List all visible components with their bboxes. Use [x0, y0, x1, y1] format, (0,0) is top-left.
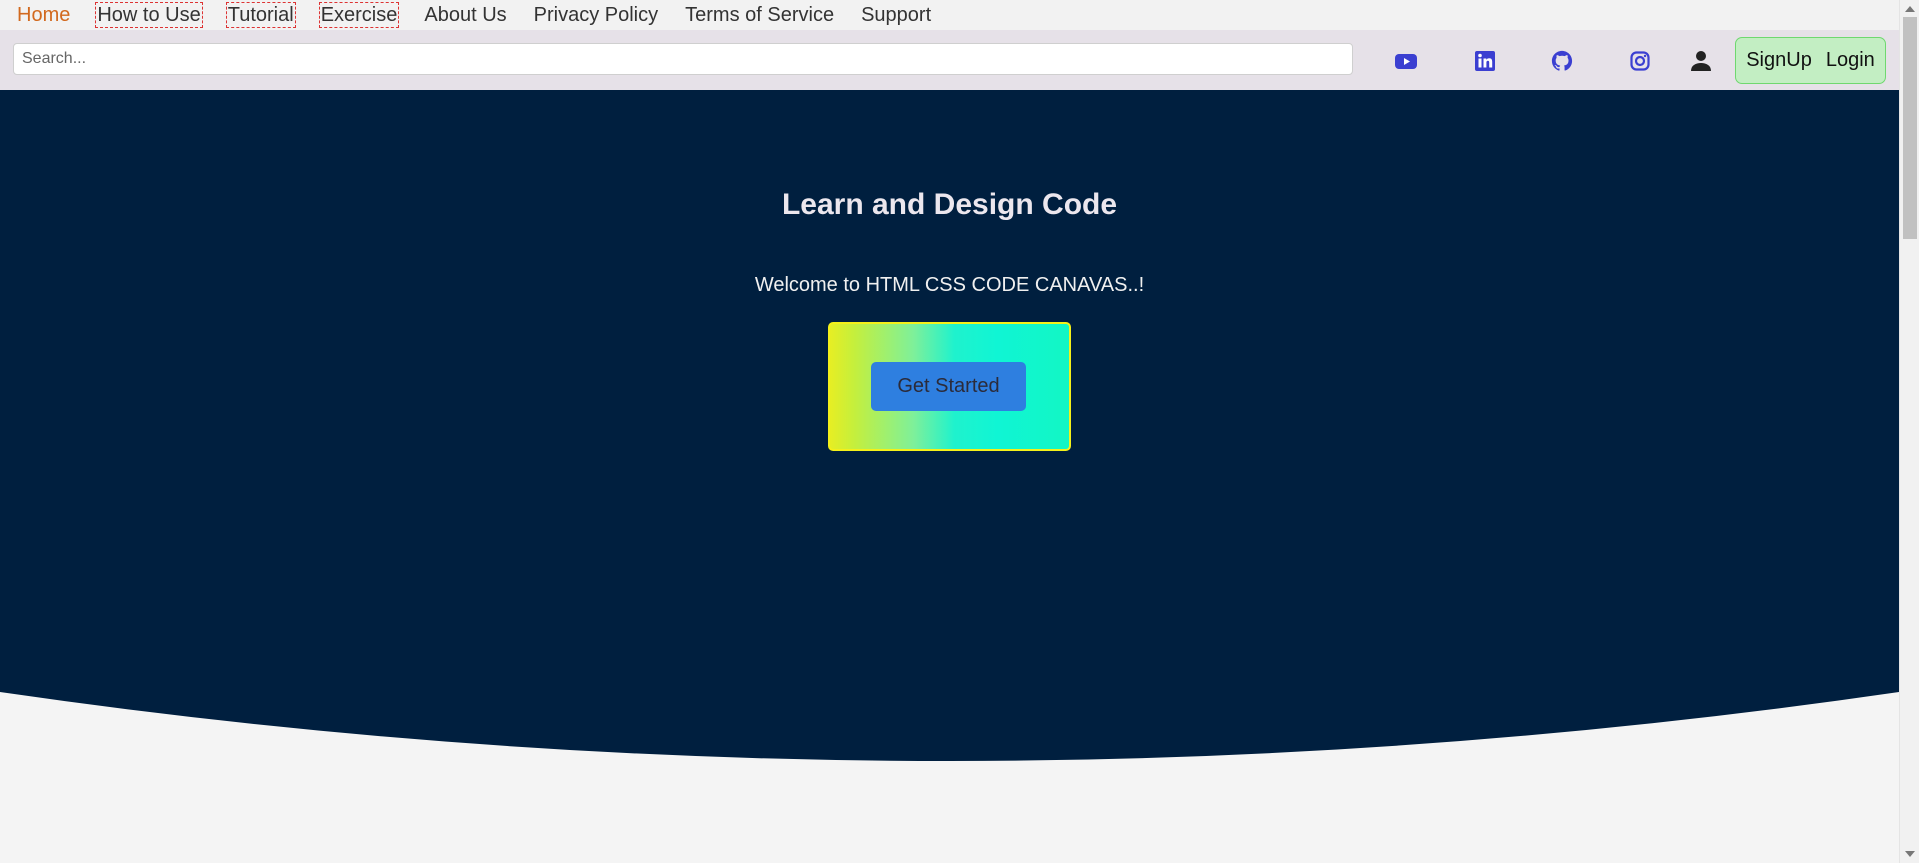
search-bar: SignUp Login — [0, 30, 1899, 90]
get-started-button[interactable]: Get Started — [871, 362, 1026, 411]
nav-privacy-policy[interactable]: Privacy Policy — [533, 3, 659, 27]
top-nav: Home How to Use Tutorial Exercise About … — [0, 0, 1899, 30]
scroll-up-arrow-icon[interactable] — [1905, 6, 1915, 12]
youtube-link[interactable] — [1393, 48, 1419, 74]
login-button[interactable]: Login — [1826, 49, 1875, 72]
nav-support[interactable]: Support — [860, 3, 932, 27]
user-account-link[interactable] — [1688, 48, 1714, 74]
nav-terms-of-service[interactable]: Terms of Service — [684, 3, 835, 27]
nav-home[interactable]: Home — [16, 3, 71, 27]
user-icon — [1691, 51, 1711, 71]
nav-how-to-use[interactable]: How to Use — [95, 2, 203, 28]
page: Home How to Use Tutorial Exercise About … — [0, 0, 1919, 863]
github-icon — [1551, 50, 1573, 71]
github-link[interactable] — [1549, 48, 1575, 74]
scroll-thumb[interactable] — [1903, 17, 1917, 239]
nav-exercise[interactable]: Exercise — [318, 2, 400, 28]
hero-subtitle: Welcome to HTML CSS CODE CANAVAS..! — [754, 274, 1145, 296]
hero-section: Learn and Design Code Welcome to HTML CS… — [0, 90, 1899, 790]
signup-button[interactable]: SignUp — [1746, 49, 1812, 72]
hero-title: Learn and Design Code — [781, 188, 1118, 221]
nav-about-us[interactable]: About Us — [423, 3, 507, 27]
instagram-icon — [1630, 51, 1650, 71]
linkedin-icon — [1475, 51, 1495, 71]
scrollbar[interactable] — [1899, 0, 1919, 863]
scroll-down-arrow-icon[interactable] — [1905, 851, 1915, 857]
youtube-icon — [1395, 54, 1417, 69]
instagram-link[interactable] — [1627, 48, 1653, 74]
linkedin-link[interactable] — [1472, 48, 1498, 74]
nav-tutorial[interactable]: Tutorial — [225, 2, 296, 28]
auth-group: SignUp Login — [1735, 37, 1886, 84]
search-input[interactable] — [13, 43, 1353, 75]
